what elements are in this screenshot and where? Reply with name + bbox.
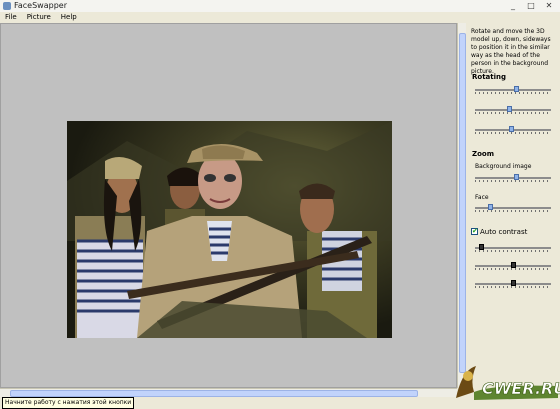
- auto-contrast-checkbox[interactable]: ✔: [471, 228, 478, 235]
- menu-picture[interactable]: Picture: [22, 12, 56, 23]
- workspace[interactable]: [0, 23, 457, 388]
- watermark-text: CWER.RU: [482, 379, 560, 398]
- auto-contrast-label: Auto contrast: [480, 228, 528, 236]
- horizontal-scroll-thumb[interactable]: [10, 390, 418, 397]
- slider-knob[interactable]: [479, 244, 484, 250]
- slider-knob[interactable]: [514, 86, 519, 92]
- control-panel: Rotate and move the 3D model up, down, s…: [466, 23, 560, 397]
- cwer-watermark-logo: CWER.RU: [456, 366, 560, 400]
- slider-knob[interactable]: [507, 106, 512, 112]
- slider-knob[interactable]: [488, 204, 493, 210]
- face-zoom-slider[interactable]: [475, 204, 551, 212]
- rotate-slider-2[interactable]: [475, 106, 551, 114]
- slider-knob[interactable]: [511, 280, 516, 286]
- slider-knob[interactable]: [509, 126, 514, 132]
- menu-bar: File Picture Help: [0, 12, 560, 23]
- contrast-slider-1[interactable]: [475, 244, 551, 252]
- contrast-slider-3[interactable]: [475, 280, 551, 288]
- background-image-label: Background image: [475, 163, 532, 170]
- menu-file[interactable]: File: [0, 12, 22, 23]
- window-title: FaceSwapper: [14, 1, 67, 10]
- vertical-scroll-thumb[interactable]: [459, 33, 466, 373]
- close-button[interactable]: ✕: [542, 1, 556, 11]
- maximize-button[interactable]: □: [524, 1, 538, 11]
- instruction-text: Rotate and move the 3D model up, down, s…: [471, 28, 551, 75]
- rotating-heading: Rotating: [472, 73, 507, 81]
- zoom-heading: Zoom: [472, 150, 494, 158]
- menu-help[interactable]: Help: [56, 12, 82, 23]
- minimize-button[interactable]: _: [506, 1, 520, 11]
- rotate-slider-1[interactable]: [475, 86, 551, 94]
- status-tooltip: Начните работу с нажатия этой кнопки: [2, 397, 135, 409]
- app-icon: [3, 2, 11, 10]
- photo-scene: [67, 121, 392, 338]
- slider-knob[interactable]: [514, 174, 519, 180]
- face-label: Face: [475, 194, 489, 201]
- rotate-slider-3[interactable]: [475, 126, 551, 134]
- slider-knob[interactable]: [511, 262, 516, 268]
- contrast-slider-2[interactable]: [475, 262, 551, 270]
- background-photo[interactable]: [67, 121, 392, 338]
- window-controls: _ □ ✕: [506, 1, 556, 11]
- background-zoom-slider[interactable]: [475, 174, 551, 182]
